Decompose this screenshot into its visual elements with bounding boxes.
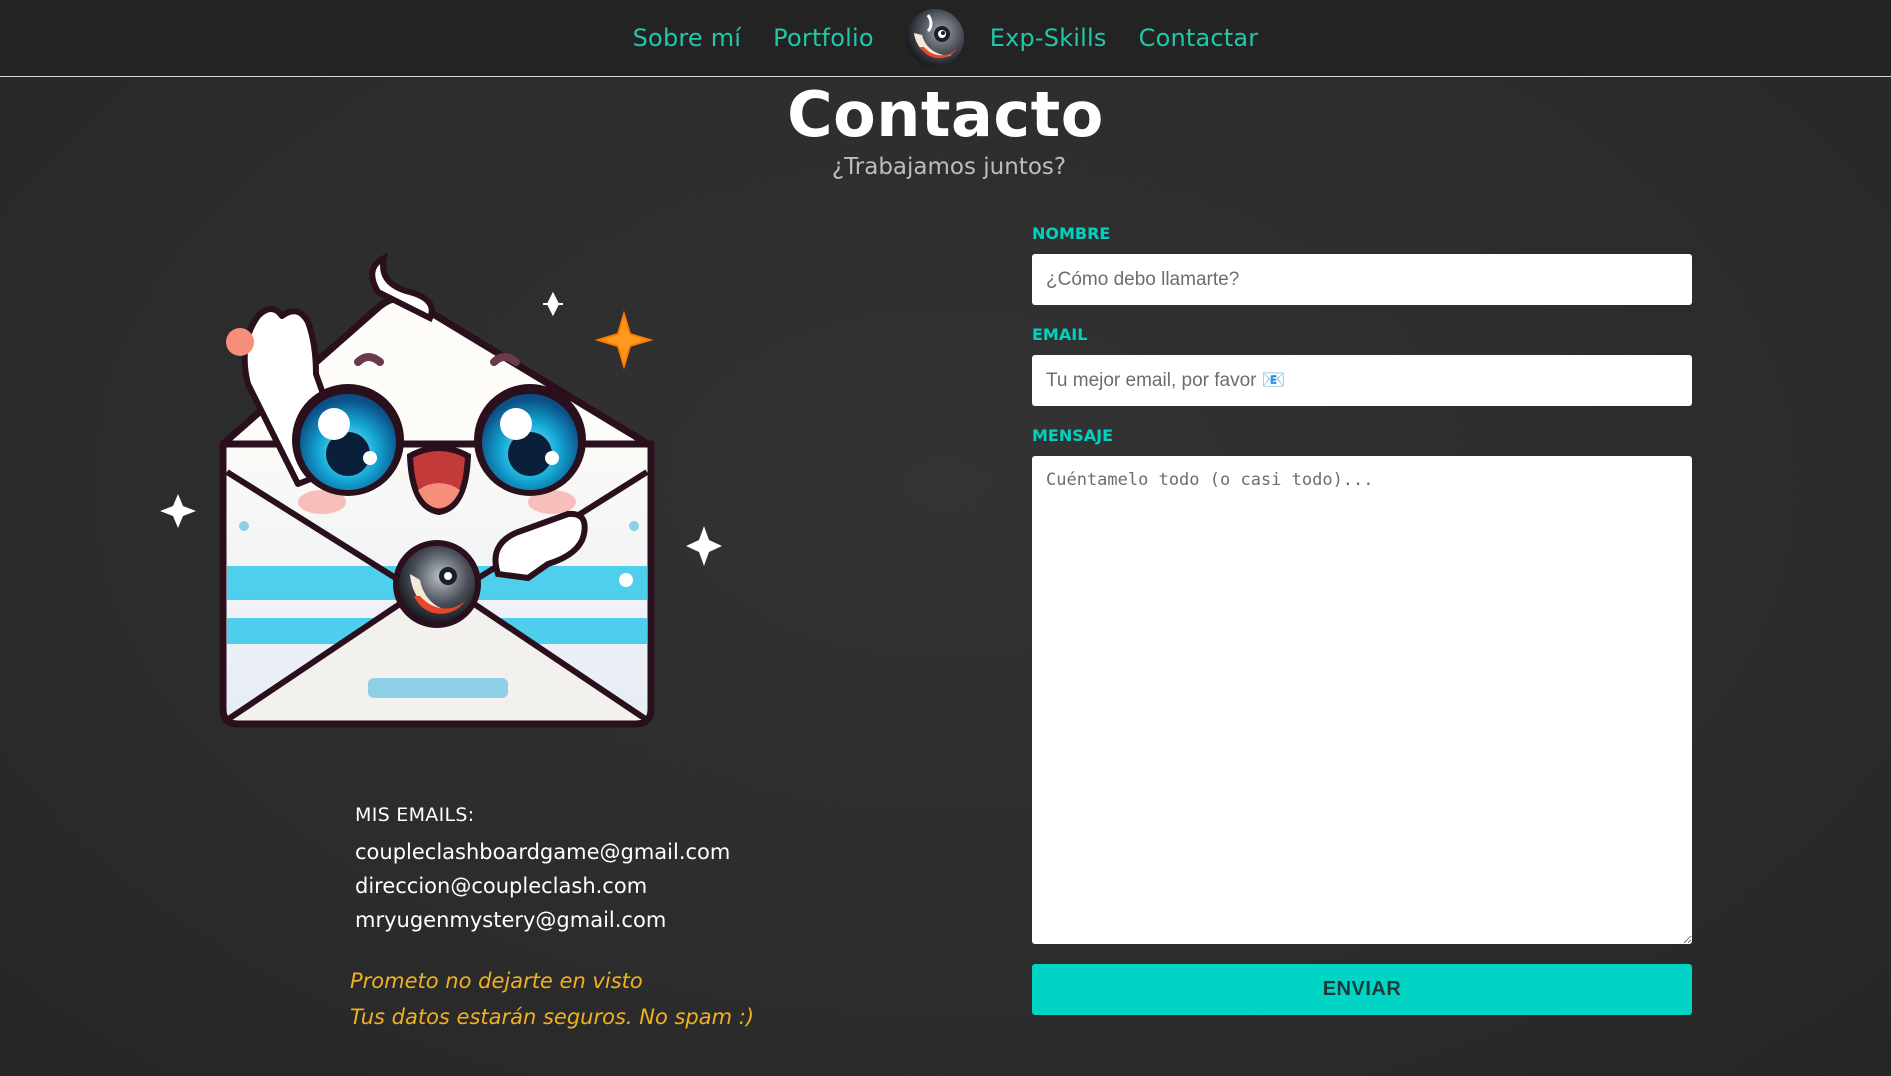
envelope-mascot-icon [160, 252, 722, 728]
submit-button[interactable]: ENVIAR [1032, 964, 1692, 1015]
name-label: NOMBRE [1032, 224, 1111, 243]
nav-link-contactar[interactable]: Contactar [1139, 24, 1259, 52]
message-textarea[interactable] [1032, 456, 1692, 944]
message-label: MENSAJE [1032, 426, 1114, 445]
email-address[interactable]: direccion@coupleclash.com [355, 869, 730, 903]
name-input[interactable] [1032, 254, 1692, 305]
promise-note: Prometo no dejarte en visto Tus datos es… [350, 963, 754, 1035]
page-title: Contacto [787, 78, 1104, 151]
nav-link-portfolio[interactable]: Portfolio [773, 24, 874, 52]
email-input[interactable] [1032, 355, 1692, 406]
nav-link-exp-skills[interactable]: Exp-Skills [990, 24, 1107, 52]
eye-logo-icon[interactable] [904, 7, 966, 69]
top-nav: Sobre mí Portfolio Exp-Skills Contactar [0, 0, 1891, 77]
emails-block: MIS EMAILS: coupleclashboardgame@gmail.c… [355, 804, 730, 937]
page-subtitle: ¿Trabajamos juntos? [831, 154, 1067, 180]
emails-label: MIS EMAILS: [355, 804, 475, 826]
promise-line: Prometo no dejarte en visto [350, 969, 643, 993]
promise-line: Tus datos estarán seguros. No spam :) [350, 1005, 755, 1029]
email-label: EMAIL [1032, 325, 1088, 344]
contact-form: NOMBRE EMAIL MENSAJE ENVIAR [1032, 222, 1692, 1015]
nav-link-sobre-mi[interactable]: Sobre mí [633, 24, 742, 52]
email-address[interactable]: mryugenmystery@gmail.com [355, 903, 730, 937]
email-address[interactable]: coupleclashboardgame@gmail.com [355, 835, 730, 869]
